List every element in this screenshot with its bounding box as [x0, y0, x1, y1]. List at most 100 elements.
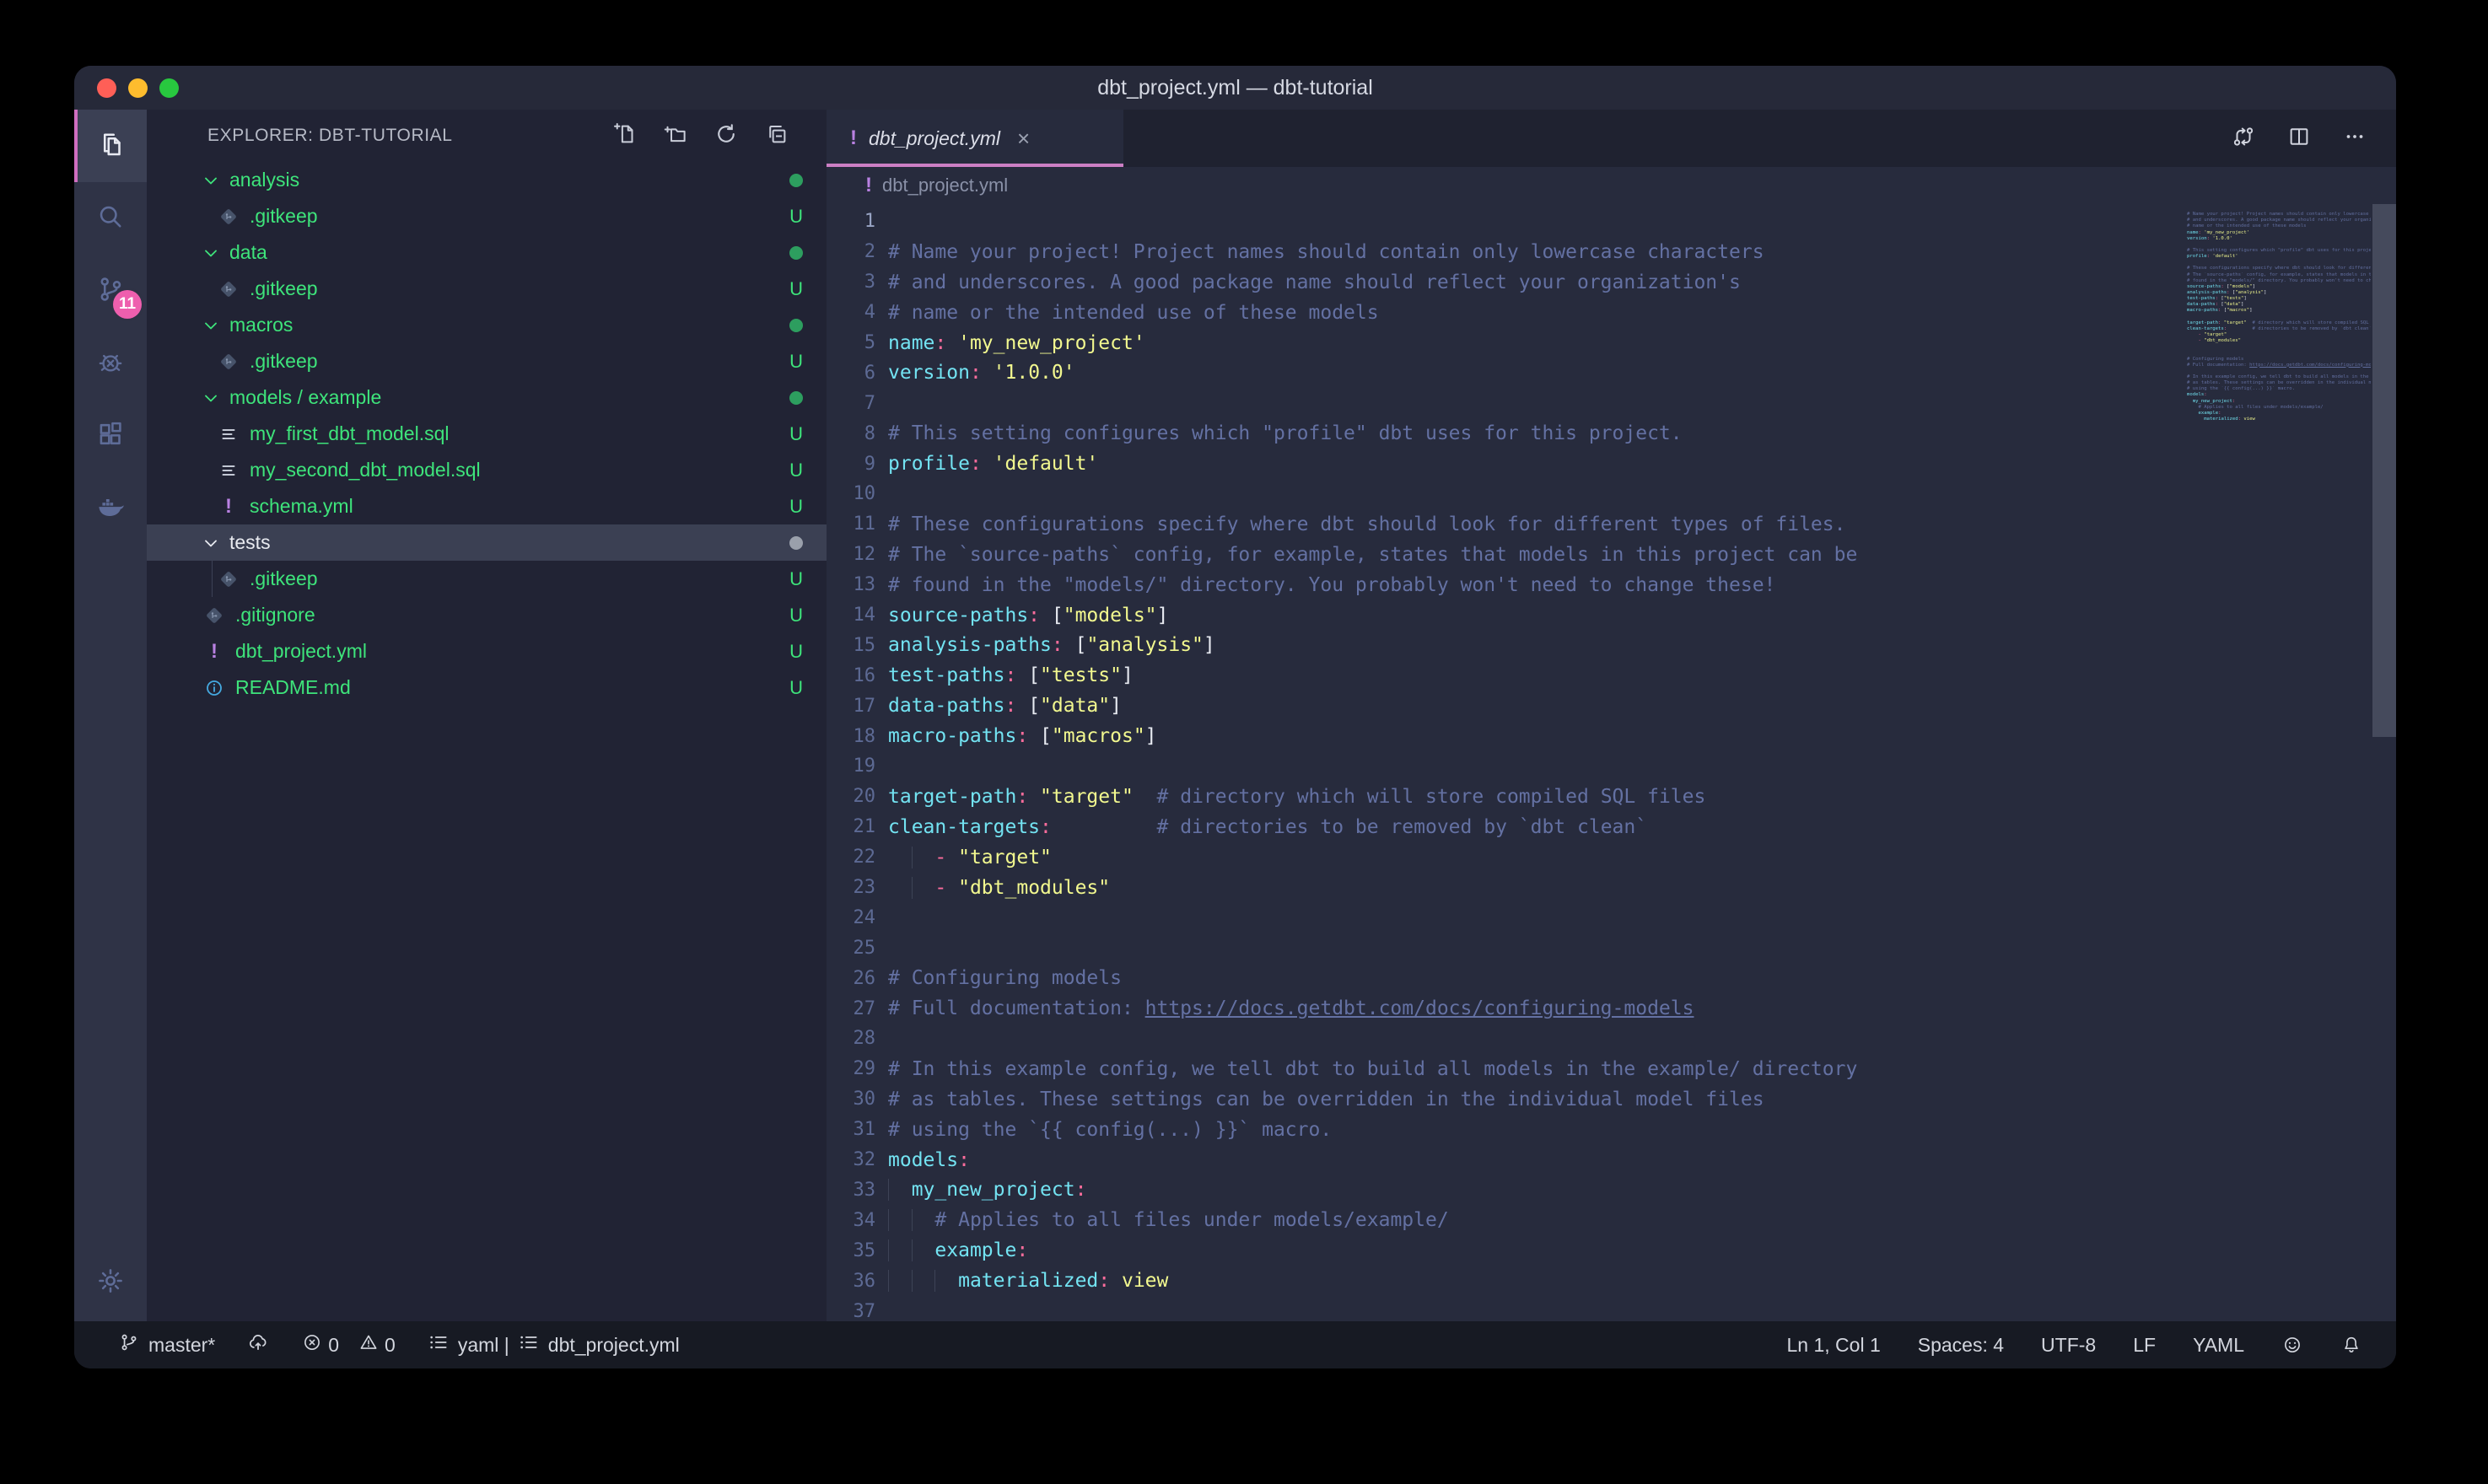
zoom-window-button[interactable]: [159, 78, 179, 98]
code-line-1[interactable]: 1: [827, 207, 2396, 237]
more-actions-icon[interactable]: [2342, 124, 2367, 153]
code-line-7[interactable]: 7: [827, 388, 2396, 418]
notifications-bell-icon[interactable]: [2340, 1334, 2362, 1356]
code-line-36[interactable]: 36 materialized: view: [827, 1266, 2396, 1296]
linter-status[interactable]: yaml | dbt_project.yml: [428, 1331, 680, 1358]
tree-folder-models-example[interactable]: models / example: [147, 379, 827, 416]
indentation-setting[interactable]: Spaces: 4: [1918, 1334, 2004, 1357]
code-line-5[interactable]: 5name: 'my_new_project': [827, 328, 2396, 358]
code-line-6[interactable]: 6version: '1.0.0': [827, 358, 2396, 388]
line-content: example:: [875, 1239, 1028, 1261]
close-window-button[interactable]: [97, 78, 116, 98]
eol-setting[interactable]: LF: [2133, 1334, 2156, 1357]
activity-docker[interactable]: [74, 472, 147, 545]
code-line-28[interactable]: 28: [827, 1024, 2396, 1054]
code-line-13[interactable]: 13# found in the "models/" directory. Yo…: [827, 570, 2396, 600]
code-line-4[interactable]: 4# name or the intended use of these mod…: [827, 298, 2396, 328]
code-line-30[interactable]: 30# as tables. These settings can be ove…: [827, 1084, 2396, 1115]
yaml-warning-icon: !: [850, 128, 857, 148]
collapse-folders-icon[interactable]: [764, 121, 789, 151]
chevron-down-icon: [201, 388, 221, 408]
new-folder-icon[interactable]: [663, 121, 688, 151]
open-changes-icon[interactable]: [2231, 124, 2256, 153]
code-line-24[interactable]: 24: [827, 902, 2396, 933]
code-line-32[interactable]: 32models:: [827, 1145, 2396, 1175]
code-line-8[interactable]: 8# This setting configures which "profil…: [827, 418, 2396, 449]
minimap[interactable]: # Name your project! Project names shoul…: [2187, 206, 2371, 428]
feedback-smiley-icon[interactable]: [2281, 1334, 2303, 1356]
refresh-icon[interactable]: [714, 121, 739, 151]
tree-file-my-second-dbt-model-sql[interactable]: my_second_dbt_model.sqlU: [147, 452, 827, 488]
code-line-3[interactable]: 3# and underscores. A good package name …: [827, 267, 2396, 298]
code-line-17[interactable]: 17data-paths: ["data"]: [827, 691, 2396, 721]
activity-search[interactable]: [74, 182, 147, 255]
folder-changes-dot: [789, 536, 803, 550]
tree-file-my-first-dbt-model-sql[interactable]: my_first_dbt_model.sqlU: [147, 416, 827, 452]
tree-file-gitkeep[interactable]: .gitkeepU: [147, 343, 827, 379]
activity-settings[interactable]: [74, 1244, 147, 1321]
code-line-20[interactable]: 20target-path: "target" # directory whic…: [827, 782, 2396, 812]
editor-group: ! dbt_project.yml × !: [827, 110, 2396, 1321]
tree-file-dbt-project-yml[interactable]: !dbt_project.ymlU: [147, 633, 827, 669]
code-line-9[interactable]: 9profile: 'default': [827, 449, 2396, 479]
git-file-icon: [218, 352, 240, 372]
code-line-29[interactable]: 29# In this example config, we tell dbt …: [827, 1054, 2396, 1084]
code-line-11[interactable]: 11# These configurations specify where d…: [827, 509, 2396, 540]
code-line-35[interactable]: 35 example:: [827, 1235, 2396, 1266]
tree-folder-analysis[interactable]: analysis: [147, 162, 827, 198]
activity-debug[interactable]: [74, 327, 147, 400]
code-line-33[interactable]: 33 my_new_project:: [827, 1175, 2396, 1206]
code-line-27[interactable]: 27# Full documentation: https://docs.get…: [827, 993, 2396, 1024]
new-file-icon[interactable]: [612, 121, 638, 151]
git-branch-status[interactable]: master*: [118, 1331, 215, 1358]
problems-status[interactable]: 0 0: [301, 1331, 396, 1358]
cursor-position[interactable]: Ln 1, Col 1: [1787, 1334, 1881, 1357]
tree-folder-tests[interactable]: tests: [147, 524, 827, 561]
language-mode[interactable]: YAML: [2193, 1334, 2244, 1357]
split-editor-icon[interactable]: [2286, 124, 2312, 153]
code-line-34[interactable]: 34 # Applies to all files under models/e…: [827, 1205, 2396, 1235]
code-line-16[interactable]: 16test-paths: ["tests"]: [827, 660, 2396, 691]
code-line-31[interactable]: 31# using the `{{ config(...) }}` macro.: [827, 1115, 2396, 1145]
sync-changes-button[interactable]: [247, 1331, 269, 1358]
linter-language: yaml |: [458, 1334, 509, 1357]
code-line-18[interactable]: 18macro-paths: ["macros"]: [827, 721, 2396, 751]
activity-explorer[interactable]: [74, 110, 147, 182]
errors-icon: [301, 1331, 323, 1358]
tree-file-gitkeep[interactable]: .gitkeepU: [147, 271, 827, 307]
activity-source-control[interactable]: 11: [74, 255, 147, 327]
tree-folder-macros[interactable]: macros: [147, 307, 827, 343]
line-number: 4: [827, 302, 875, 323]
activity-extensions[interactable]: [74, 400, 147, 472]
code-line-12[interactable]: 12# The `source-paths` config, for examp…: [827, 540, 2396, 570]
code-line-14[interactable]: 14source-paths: ["models"]: [827, 600, 2396, 631]
encoding-setting[interactable]: UTF-8: [2041, 1334, 2096, 1357]
tree-file-readme-md[interactable]: README.mdU: [147, 669, 827, 706]
code-line-21[interactable]: 21clean-targets: # directories to be rem…: [827, 812, 2396, 842]
code-line-23[interactable]: 23 - "dbt_modules": [827, 873, 2396, 903]
code-line-10[interactable]: 10: [827, 479, 2396, 509]
search-icon: [95, 202, 126, 236]
line-number: 12: [827, 544, 875, 565]
chevron-down-icon: [201, 170, 221, 191]
code-line-25[interactable]: 25: [827, 933, 2396, 963]
code-line-22[interactable]: 22 - "target": [827, 842, 2396, 873]
close-tab-icon[interactable]: ×: [1017, 127, 1030, 149]
tree-folder-data[interactable]: data: [147, 234, 827, 271]
code-line-2[interactable]: 2# Name your project! Project names shou…: [827, 237, 2396, 267]
breadcrumb[interactable]: ! dbt_project.yml: [827, 167, 2396, 204]
code-line-15[interactable]: 15analysis-paths: ["analysis"]: [827, 630, 2396, 660]
tab-dbt-project-yml[interactable]: ! dbt_project.yml ×: [827, 110, 1123, 167]
code-line-19[interactable]: 19: [827, 751, 2396, 782]
tree-file-gitkeep[interactable]: .gitkeepU: [147, 198, 827, 234]
line-content: # Configuring models: [875, 967, 1122, 989]
tree-file-gitignore[interactable]: .gitignoreU: [147, 597, 827, 633]
code-line-37[interactable]: 37: [827, 1296, 2396, 1321]
minimize-window-button[interactable]: [128, 78, 148, 98]
tree-file-schema-yml[interactable]: !schema.ymlU: [147, 488, 827, 524]
code-line-26[interactable]: 26# Configuring models: [827, 963, 2396, 993]
line-content: # and underscores. A good package name s…: [875, 272, 1741, 293]
tree-file-gitkeep[interactable]: .gitkeepU: [147, 561, 827, 597]
code-editor[interactable]: 12# Name your project! Project names sho…: [827, 204, 2396, 1321]
editor-scrollbar[interactable]: [2372, 204, 2396, 737]
